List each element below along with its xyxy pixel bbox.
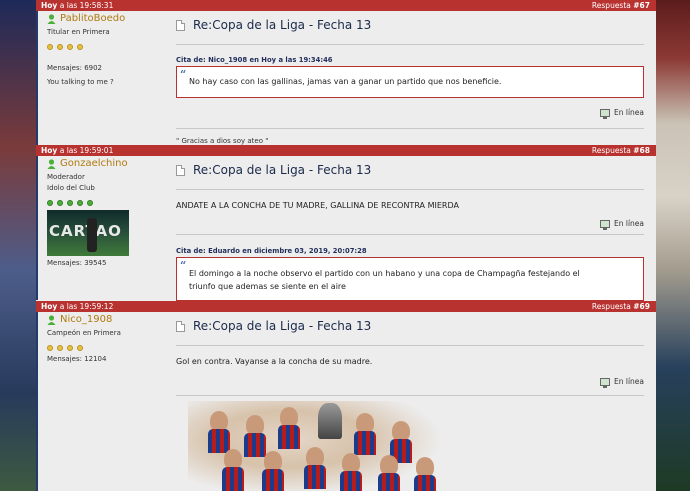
post-body: Gonzaelchino Moderador Idolo del Club CA… <box>36 156 656 301</box>
username[interactable]: Nico_1908 <box>60 314 112 325</box>
background-right <box>656 0 690 491</box>
quote-box: “ El domingo a la noche observo el parti… <box>176 257 644 301</box>
star-icon <box>47 200 53 206</box>
signature: " Gracias a dios soy ateo " <box>176 137 269 145</box>
quote-mark-icon: “ <box>180 259 187 272</box>
user-online-icon <box>47 314 56 325</box>
post-message: Gol en contra. Vayanse a la concha de su… <box>176 357 373 366</box>
star-icon <box>67 345 73 351</box>
star-icon <box>87 200 93 206</box>
quote-text: No hay caso con las gallinas, jamas van … <box>189 77 502 86</box>
post-time: Hoy a las 19:59:01 <box>41 146 114 155</box>
monitor-online-icon <box>599 219 610 230</box>
online-status: En línea <box>599 219 644 230</box>
document-icon <box>176 19 185 31</box>
online-status: En línea <box>599 377 644 388</box>
quote-box: “ No hay caso con las gallinas, jamas va… <box>176 66 644 98</box>
post-title[interactable]: Re:Copa de la Liga - Fecha 13 <box>193 163 371 177</box>
message-count: Mensajes: 12104 <box>47 355 107 363</box>
online-status: En línea <box>599 108 644 119</box>
avatar: CARTAO <box>47 210 129 256</box>
collage-image <box>188 401 443 491</box>
post-header: Hoy a las 19:59:01 Respuesta #68 <box>36 145 656 156</box>
thread-content: Hoy a las 19:58:31 Respuesta #67 Pablito… <box>36 0 656 491</box>
background-left <box>0 0 36 491</box>
divider <box>176 234 644 235</box>
star-icon <box>57 200 63 206</box>
post-main: Re:Copa de la Liga - Fecha 13 Gol en con… <box>176 312 644 491</box>
document-icon <box>176 164 185 176</box>
user-profile: Nico_1908 Campeón en Primera Mensajes: 1… <box>47 314 162 363</box>
post-69: Hoy a las 19:59:12 Respuesta #69 Nico_19… <box>36 301 656 491</box>
rank-stars <box>47 44 162 50</box>
quote-header[interactable]: Cita de: Nico_1908 en Hoy a las 19:34:46 <box>176 56 644 64</box>
post-title[interactable]: Re:Copa de la Liga - Fecha 13 <box>193 319 371 333</box>
post-title[interactable]: Re:Copa de la Liga - Fecha 13 <box>193 18 371 32</box>
reply-number[interactable]: Respuesta #68 <box>592 146 650 155</box>
user-profile: Gonzaelchino Moderador Idolo del Club CA… <box>47 158 162 267</box>
divider <box>176 44 644 45</box>
star-icon <box>57 345 63 351</box>
star-icon <box>77 200 83 206</box>
divider <box>176 395 644 396</box>
star-icon <box>77 345 83 351</box>
message-count: Mensajes: 39545 <box>47 259 107 267</box>
message-count: Mensajes: 6902 <box>47 64 103 72</box>
user-rank-title: Idolo del Club <box>47 184 95 192</box>
post-time: Hoy a las 19:59:12 <box>41 302 114 311</box>
post-67: Hoy a las 19:58:31 Respuesta #67 Pablito… <box>36 0 656 145</box>
monitor-online-icon <box>599 377 610 388</box>
user-rank: Moderador <box>47 173 85 181</box>
post-header: Hoy a las 19:59:12 Respuesta #69 <box>36 301 656 312</box>
post-main: Re:Copa de la Liga - Fecha 13 Cita de: N… <box>176 11 644 145</box>
star-icon <box>67 200 73 206</box>
user-online-icon <box>47 13 56 24</box>
quote-mark-icon: “ <box>180 68 187 81</box>
reply-number[interactable]: Respuesta #69 <box>592 302 650 311</box>
avatar-text: CARTAO <box>49 222 122 240</box>
star-icon <box>47 345 53 351</box>
post-message: ANDATE A LA CONCHA DE TU MADRE, GALLINA … <box>176 201 459 210</box>
trophy-icon <box>318 403 342 439</box>
user-rank: Titular en Primera <box>47 28 110 36</box>
post-68: Hoy a las 19:59:01 Respuesta #68 Gonzael… <box>36 145 656 301</box>
user-rank: Campeón en Primera <box>47 329 121 337</box>
star-icon <box>47 44 53 50</box>
post-main: Re:Copa de la Liga - Fecha 13 ANDATE A L… <box>176 156 644 301</box>
document-icon <box>176 320 185 332</box>
post-time: Hoy a las 19:58:31 <box>41 1 114 10</box>
star-icon <box>77 44 83 50</box>
quote-header[interactable]: Cita de: Eduardo en diciembre 03, 2019, … <box>176 247 367 255</box>
rank-stars <box>47 200 162 206</box>
username[interactable]: Gonzaelchino <box>60 158 128 169</box>
post-body: PablitoBoedo Titular en Primera Mensajes… <box>36 11 656 145</box>
username[interactable]: PablitoBoedo <box>60 13 125 24</box>
monitor-online-icon <box>599 108 610 119</box>
divider <box>176 345 644 346</box>
star-icon <box>67 44 73 50</box>
reply-number[interactable]: Respuesta #67 <box>592 1 650 10</box>
divider <box>176 128 644 129</box>
quote-text-line: triunfo que ademas se siente en el aire <box>189 282 346 291</box>
post-body: Nico_1908 Campeón en Primera Mensajes: 1… <box>36 312 656 491</box>
user-motto: You talking to me ? <box>47 78 114 86</box>
avatar-figure <box>87 218 97 252</box>
user-online-icon <box>47 158 56 169</box>
post-header: Hoy a las 19:58:31 Respuesta #67 <box>36 0 656 11</box>
quote-text-line: El domingo a la noche observo el partido… <box>189 269 580 278</box>
divider <box>176 189 644 190</box>
star-icon <box>57 44 63 50</box>
user-profile: PablitoBoedo Titular en Primera Mensajes… <box>47 13 162 86</box>
rank-stars <box>47 345 162 351</box>
